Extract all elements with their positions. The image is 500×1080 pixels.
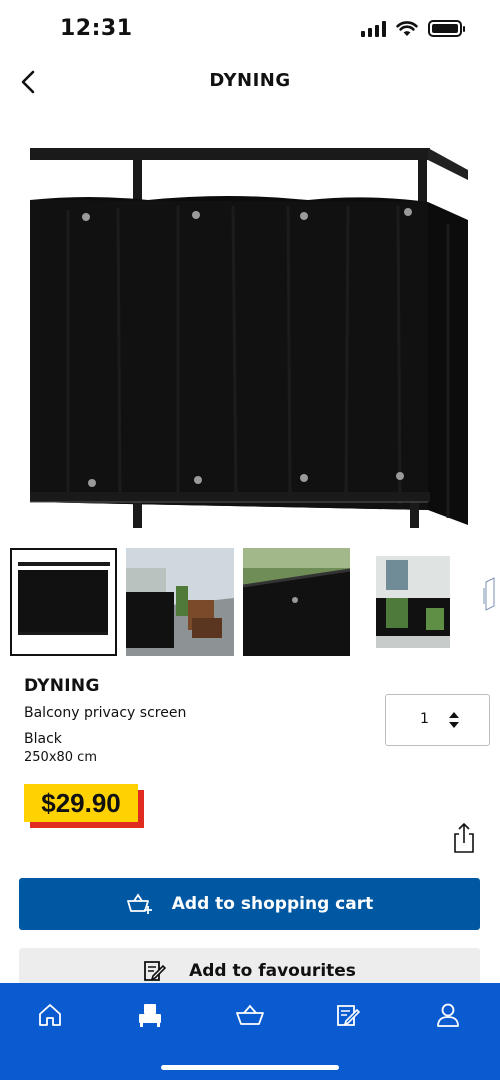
quantity-selector[interactable]: 1 (385, 694, 490, 746)
tab-products[interactable] (130, 995, 170, 1035)
thumbnail-3[interactable] (243, 548, 350, 656)
sort-arrows-icon (449, 712, 459, 728)
basket-icon (236, 1004, 264, 1025)
price: $29.90 (24, 784, 138, 822)
shopping-list-icon (337, 1005, 361, 1026)
quantity-value: 1 (420, 711, 429, 727)
balcony-screen-illustration (30, 148, 468, 528)
add-to-favourites-label: Add to favourites (189, 961, 356, 981)
cellular-signal-icon (361, 20, 386, 37)
tab-basket[interactable] (230, 995, 270, 1035)
shopping-list-add-icon (144, 961, 167, 981)
tab-home[interactable] (30, 995, 70, 1035)
profile-icon (437, 1003, 459, 1027)
nav-header: DYNING (0, 60, 500, 104)
thumbnail-2[interactable] (126, 548, 234, 656)
tab-bar (0, 983, 500, 1080)
share-button[interactable] (451, 822, 477, 854)
page-title: DYNING (209, 70, 291, 91)
status-icons (361, 20, 465, 37)
thumbnail-strip (10, 548, 500, 658)
tab-shopping-list[interactable] (328, 995, 368, 1035)
tab-profile[interactable] (428, 995, 468, 1035)
product-color: Black (24, 731, 62, 747)
products-icon (139, 1004, 161, 1027)
share-icon (454, 822, 474, 853)
status-bar: 12:31 (0, 0, 500, 60)
wifi-icon (396, 21, 418, 36)
product-main-image[interactable] (28, 140, 472, 532)
product-size: 250x80 cm (24, 750, 97, 765)
home-icon (39, 1004, 61, 1026)
home-indicator (161, 1065, 339, 1070)
battery-icon (428, 20, 465, 37)
add-to-cart-button[interactable]: Add to shopping cart (19, 878, 480, 930)
product-description: Balcony privacy screen (24, 705, 187, 721)
add-to-cart-label: Add to shopping cart (171, 894, 374, 914)
thumbnail-5[interactable] (480, 548, 500, 656)
cart-add-icon (126, 893, 152, 914)
thumbnail-4[interactable] (376, 548, 450, 656)
status-time: 12:31 (60, 16, 133, 41)
product-name: DYNING (24, 676, 100, 696)
thumbnail-1[interactable] (10, 548, 117, 656)
